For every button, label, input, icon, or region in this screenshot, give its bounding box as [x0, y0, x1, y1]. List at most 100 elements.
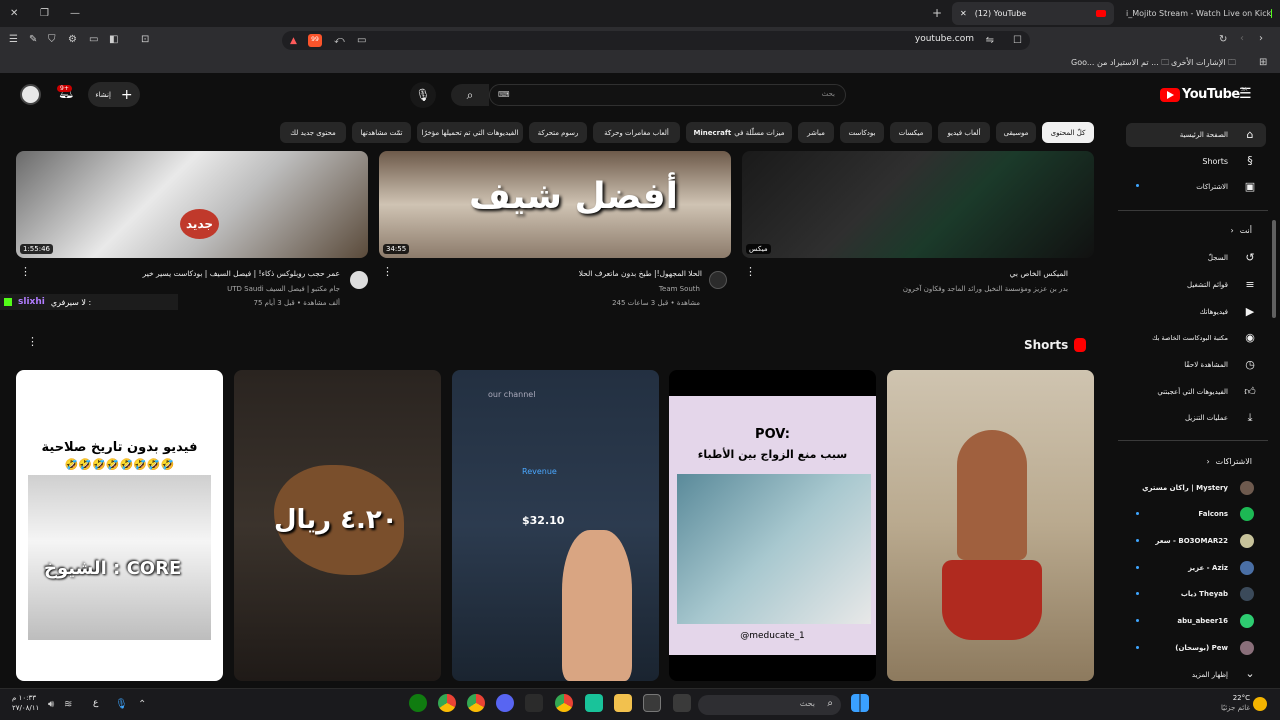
chip-live[interactable]: مباشر	[798, 122, 834, 143]
voice-search-button[interactable]: 🎙︎	[410, 82, 436, 108]
sidebar-subscription-item[interactable]: سعر - BO3OMAR22	[1126, 530, 1266, 552]
sidebar-item-watch-later[interactable]: المشاهدة لاحقًا ◷	[1126, 353, 1266, 377]
chip-recently-uploaded[interactable]: الفيديوهات التي تم تحميلها مؤخرًا	[417, 122, 523, 143]
forward-icon[interactable]: ›	[1259, 33, 1263, 45]
chrome-icon[interactable]	[438, 694, 456, 712]
site-settings-icon[interactable]: ⇋	[986, 35, 994, 47]
wallet-icon[interactable]: ▭	[89, 34, 98, 46]
sidebar-item-subscriptions[interactable]: الاشتراكات ▣	[1126, 175, 1266, 199]
discord-icon[interactable]	[496, 694, 514, 712]
sidebar-subscription-item[interactable]: عزيز - Aziz	[1126, 557, 1266, 579]
sidebar-item-your-videos[interactable]: فيديوهاتك ▶	[1126, 300, 1266, 324]
tab-kick[interactable]: i_Mojito Stream - Watch Live on Kick	[1118, 2, 1280, 25]
tab-close-icon[interactable]: ✕	[960, 9, 967, 18]
chip-new-to-you[interactable]: محتوى جديد لك	[280, 122, 346, 143]
search-input[interactable]: بحث ⌨	[489, 84, 846, 106]
chip-gaming[interactable]: ألعاب فيديو	[938, 122, 990, 143]
short-card[interactable]: فيديو بدون تاريخ صلاحية 🤣🤣🤣🤣🤣🤣🤣🤣 الشيوخ …	[16, 370, 223, 681]
more-options-icon[interactable]: ⋮	[745, 266, 756, 277]
chip-minecraft[interactable]: Minecraft ميزات مسلّلة في	[686, 122, 792, 143]
restore-window-icon[interactable]: ❐	[40, 8, 49, 20]
video-title[interactable]: عمر حجب روبلوكس ذكاء! | فيصل السيف | بود…	[60, 269, 340, 278]
language-indicator[interactable]: ع	[93, 698, 98, 708]
short-card[interactable]: ٤.٢٠ ريال	[234, 370, 441, 681]
youtube-logo[interactable]: YouTube SA	[1160, 87, 1247, 102]
tray-overflow-icon[interactable]: ⌃	[138, 699, 146, 711]
sidebar-subscription-item[interactable]: abu_abeer16	[1126, 610, 1266, 632]
chip-mixes[interactable]: ميكسات	[890, 122, 932, 143]
wifi-icon[interactable]: ≋	[64, 699, 72, 711]
sidebar-item-downloads[interactable]: عمليات التنزيل ⤓	[1126, 406, 1266, 430]
search-button[interactable]: ⌕	[451, 84, 489, 106]
shield-outline-icon[interactable]: ⛉	[48, 34, 56, 46]
sidebar-item-home[interactable]: الصفحة الرئيسية ⌂	[1126, 123, 1266, 147]
chrome-profile-icon[interactable]	[467, 694, 485, 712]
minimize-window-icon[interactable]: —	[70, 8, 80, 20]
brave-shield-icon[interactable]: 99	[308, 34, 322, 47]
capcut-icon[interactable]	[525, 694, 543, 712]
channel-name[interactable]: Team South	[460, 285, 700, 293]
back-icon[interactable]: ‹	[1240, 33, 1244, 45]
pencil-icon[interactable]: ✎	[29, 34, 37, 46]
create-button[interactable]: + إنشاء	[88, 82, 140, 107]
sidebar-item-show-more[interactable]: إظهار المزيد ⌄	[1126, 664, 1266, 686]
taskbar-search[interactable]: بحث ⌕	[698, 695, 841, 715]
microphone-tray-icon[interactable]: 🎙︎	[115, 699, 128, 711]
menu-icon[interactable]: ☰	[9, 34, 18, 46]
chip-watched[interactable]: تمّت مشاهدتها	[352, 122, 411, 143]
chip-all[interactable]: كلّ المحتوى	[1042, 122, 1094, 143]
volume-icon[interactable]: 🔊︎	[48, 699, 54, 711]
file-explorer-icon[interactable]	[614, 694, 632, 712]
video-thumbnail[interactable]: جديد 1:55:46	[16, 151, 368, 258]
channel-avatar[interactable]	[709, 271, 727, 289]
chip-adventure[interactable]: ألعاب مغامرات وحركة	[593, 122, 680, 143]
share-icon[interactable]: ⤺	[334, 35, 345, 47]
channel-name[interactable]: UTD Saudi جام مكتبو | فيصل السيف	[100, 285, 340, 293]
sidebar-toggle-icon[interactable]: ◧	[109, 34, 118, 46]
close-window-icon[interactable]: ✕	[10, 8, 18, 20]
chrome-alt-icon[interactable]	[555, 694, 573, 712]
bookmark-other[interactable]: الإشارات الأخرى 🗀	[1171, 57, 1236, 71]
settings-icon[interactable]: ⚙	[68, 34, 77, 46]
sidebar-scrollbar[interactable]	[1272, 220, 1276, 318]
shorts-more-icon[interactable]: ⋮	[27, 336, 38, 347]
apps-grid-icon[interactable]: ⊞	[1259, 57, 1267, 69]
brave-rewards-icon[interactable]: ▲	[290, 35, 297, 47]
reload-icon[interactable]: ↻	[1219, 34, 1227, 46]
more-options-icon[interactable]: ⋮	[382, 266, 393, 277]
video-title[interactable]: الحلا المجهول!| طبخ بدون ماتعرف الحلا	[420, 269, 702, 278]
sidebar-subs-header[interactable]: › الاشتراكات	[1126, 449, 1266, 473]
store-icon[interactable]	[643, 694, 661, 712]
windows-start-icon[interactable]	[851, 694, 869, 712]
channel-avatar[interactable]	[350, 271, 368, 289]
sidebar-subscription-item[interactable]: ذياب Theyab	[1126, 583, 1266, 605]
bookmark-imported[interactable]: Goo... تم الاستيراد من ... 🗀	[1071, 57, 1169, 71]
sidebar-subscription-item[interactable]: Falcons	[1126, 503, 1266, 525]
short-card[interactable]: our channel Revenue $32.10	[452, 370, 659, 681]
screenshot-icon[interactable]: ⊡	[141, 34, 149, 46]
channel-name[interactable]: بدر بن عزيز ومؤسسة النخيل ورائد الماجد و…	[780, 285, 1068, 293]
avatar[interactable]	[20, 84, 41, 105]
sidebar-subscription-item[interactable]: (بوسحان) Pew	[1126, 637, 1266, 659]
app-icon[interactable]	[585, 694, 603, 712]
sidebar-you-header[interactable]: › أنت	[1126, 218, 1266, 242]
keyboard-icon[interactable]: ⌨	[498, 90, 510, 99]
short-card[interactable]	[887, 370, 1094, 681]
sidebar-item-shorts[interactable]: Shorts §	[1126, 149, 1266, 173]
weather[interactable]: 22°C غائم جزئيًا	[1208, 693, 1250, 713]
video-thumbnail[interactable]: ميكس	[742, 151, 1094, 258]
video-thumbnail[interactable]: أفضل شيف 34:55	[379, 151, 731, 258]
bookmark-icon[interactable]: ☐	[1013, 35, 1022, 47]
task-view-icon[interactable]	[673, 694, 691, 712]
sidebar-subscription-item[interactable]: راكان مستري | Mystery	[1126, 477, 1266, 499]
chip-music[interactable]: موسيقى	[996, 122, 1036, 143]
more-options-icon[interactable]: ⋮	[20, 266, 31, 277]
video-title[interactable]: الميكس الخاص بي	[780, 269, 1068, 278]
new-tab-icon[interactable]: +	[932, 7, 942, 19]
sidebar-item-liked[interactable]: الفيديوهات التي أعجبتني 👍︎	[1126, 380, 1266, 404]
sidebar-item-podcasts[interactable]: مكتبة البودكاست الخاصة بك ◉	[1126, 326, 1266, 350]
chip-animation[interactable]: رسوم متحركة	[529, 122, 587, 143]
short-card[interactable]: POV: سبب منع الزواج بين الأطباء @meducat…	[669, 370, 876, 681]
chip-podcasts[interactable]: بودكاست	[840, 122, 884, 143]
address-bar[interactable]: ▲ 99 ⤺ ▭ youtube.com ⇋ ☐	[282, 31, 1030, 50]
